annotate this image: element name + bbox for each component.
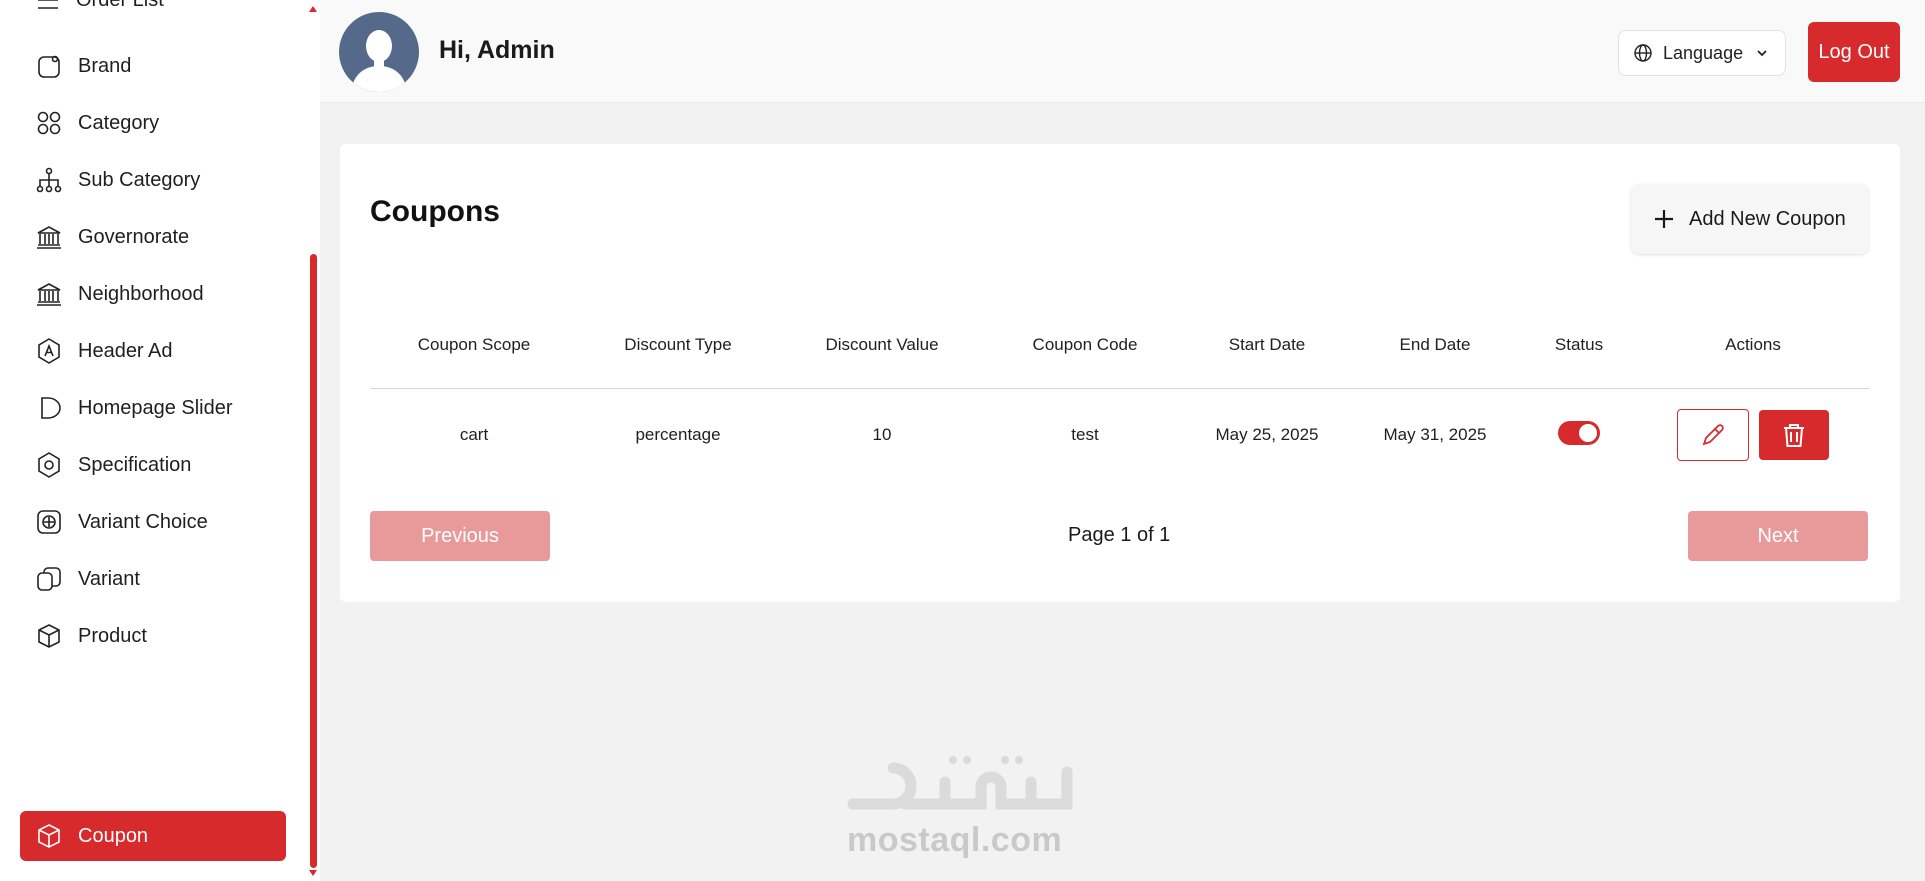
column-header-discount-type[interactable]: Discount Type [624, 335, 731, 355]
sidebar-item-label: Variant Choice [78, 510, 208, 533]
list-icon [38, 0, 58, 9]
plus-square-icon [34, 507, 64, 537]
page-title: Coupons [370, 195, 500, 228]
bank-icon [34, 222, 64, 252]
scroll-up-arrow-icon[interactable] [309, 6, 317, 12]
user-silhouette-icon [351, 30, 407, 92]
sidebar: Order List Brand Category Sub Category G… [0, 0, 306, 881]
sidebar-item-label: Category [78, 111, 160, 134]
column-header-actions: Actions [1725, 335, 1781, 354]
sidebar-item-label: Specification [78, 453, 192, 476]
language-label: Language [1663, 42, 1744, 63]
sidebar-item-label: Sub Category [78, 168, 201, 191]
sidebar-item-variant-choice[interactable]: Variant Choice [20, 497, 286, 547]
sidebar-item-label: Governorate [78, 225, 190, 248]
category-grid-icon [34, 108, 64, 138]
cell-discount-type: percentage [635, 425, 721, 444]
hierarchy-icon [34, 165, 64, 195]
sidebar-item-category[interactable]: Category [20, 98, 286, 148]
sidebar-item-governorate[interactable]: Governorate [20, 212, 286, 262]
sidebar-item-order-list[interactable]: Order List [34, 0, 164, 14]
variant-icon [34, 564, 64, 594]
scroll-down-arrow-icon[interactable] [309, 870, 317, 876]
bank-icon [34, 279, 64, 309]
chevron-down-icon [1757, 50, 1767, 57]
sidebar-item-variant[interactable]: Variant [20, 554, 286, 604]
sidebar-item-label: Variant [78, 567, 140, 590]
sidebar-item-product[interactable]: Product [20, 611, 286, 661]
sidebar-item-label: Order List [76, 0, 164, 12]
cell-end-date: May 31, 2025 [1383, 425, 1487, 444]
language-dropdown[interactable]: Language [1618, 30, 1786, 76]
slider-icon [34, 393, 64, 423]
box-icon [34, 821, 64, 851]
add-new-coupon-label: Add New Coupon [1689, 207, 1846, 230]
table-header-divider [370, 388, 1870, 389]
hexagon-nut-icon [34, 450, 64, 480]
sidebar-item-neighborhood[interactable]: Neighborhood [20, 269, 286, 319]
box-icon [34, 621, 64, 651]
column-header-status[interactable]: Status [1555, 335, 1603, 355]
cell-coupon-scope: cart [459, 425, 489, 444]
sidebar-item-label: Neighborhood [78, 282, 204, 305]
plus-icon [1655, 210, 1673, 228]
cell-start-date: May 25, 2025 [1215, 425, 1319, 444]
logout-button[interactable]: Log Out [1808, 22, 1900, 82]
avatar[interactable] [339, 12, 419, 92]
column-header-end-date[interactable]: End Date [1400, 335, 1471, 355]
sidebar-item-label: Product [78, 624, 147, 647]
trash-icon [1784, 424, 1804, 447]
column-header-coupon-scope[interactable]: Coupon Scope [418, 335, 530, 355]
cell-coupon-code: test [1071, 425, 1099, 444]
mostaql-watermark-logo [847, 756, 1073, 810]
globe-icon [1634, 44, 1652, 62]
admin-greeting: Hi, Admin [439, 36, 555, 64]
status-toggle[interactable] [1558, 421, 1600, 445]
sidebar-item-label: Coupon [78, 824, 149, 847]
sidebar-item-label: Homepage Slider [78, 396, 233, 419]
sidebar-item-header-ad[interactable]: Header Ad [20, 326, 286, 376]
edit-coupon-button[interactable] [1677, 409, 1749, 461]
sidebar-item-label: Header Ad [78, 339, 173, 362]
ad-badge-icon [34, 336, 64, 366]
sidebar-item-specification[interactable]: Specification [20, 440, 286, 490]
mostaql-watermark-text: mostaql.com [847, 821, 1063, 859]
column-header-coupon-code[interactable]: Coupon Code [1033, 335, 1138, 355]
previous-page-button[interactable]: Previous [370, 511, 550, 561]
sidebar-scrollbar-thumb[interactable] [310, 254, 317, 868]
sidebar-item-label: Brand [78, 54, 132, 77]
sidebar-item-brand[interactable]: Brand [20, 41, 286, 91]
pencil-icon [1702, 424, 1724, 446]
delete-coupon-button[interactable] [1759, 410, 1829, 460]
column-header-discount-value[interactable]: Discount Value [825, 335, 938, 355]
column-header-start-date[interactable]: Start Date [1229, 335, 1306, 355]
sidebar-item-sub-category[interactable]: Sub Category [20, 155, 286, 205]
add-new-coupon-button[interactable]: Add New Coupon [1631, 184, 1869, 254]
brand-icon [34, 51, 64, 81]
page-indicator: Page 1 of 1 [1068, 524, 1171, 546]
sidebar-item-homepage-slider[interactable]: Homepage Slider [20, 383, 286, 433]
sidebar-item-coupon[interactable]: Coupon [20, 811, 286, 861]
cell-discount-value: 10 [872, 425, 892, 444]
next-page-button[interactable]: Next [1688, 511, 1868, 561]
toggle-knob [1579, 424, 1597, 442]
